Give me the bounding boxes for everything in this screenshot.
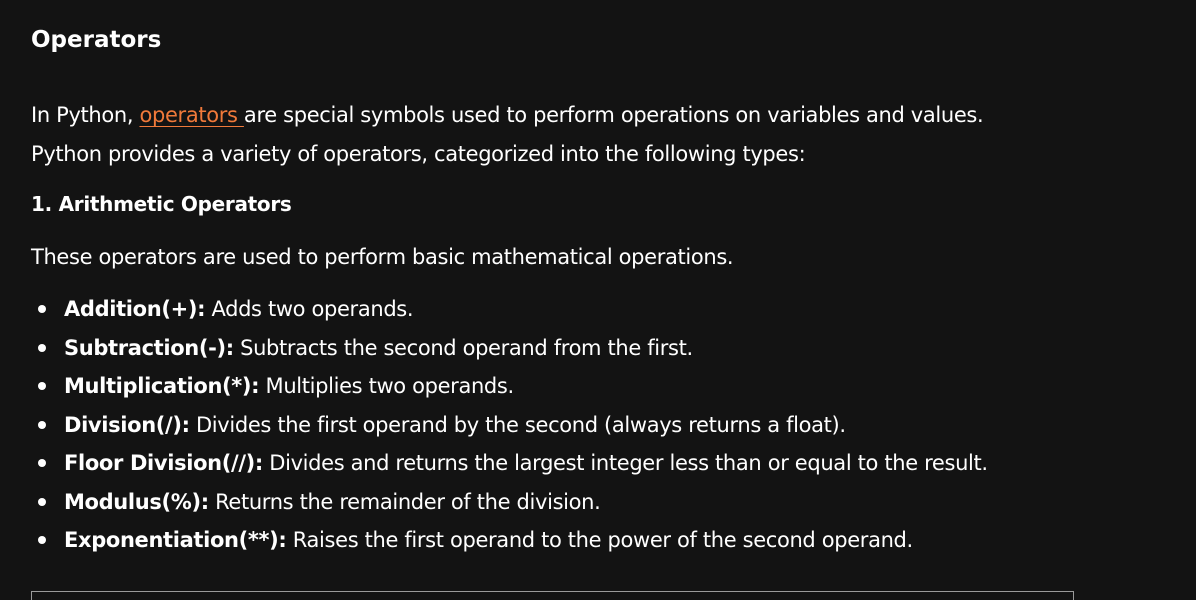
intro-prefix: In Python, xyxy=(31,103,140,127)
arithmetic-heading: 1. Arithmetic Operators xyxy=(31,192,292,216)
list-item-addition: Addition(+): Adds two operands. xyxy=(31,290,988,329)
arithmetic-description: These operators are used to perform basi… xyxy=(31,245,734,269)
bullet-icon xyxy=(38,382,46,390)
list-item-subtraction: Subtraction(-): Subtracts the second ope… xyxy=(31,329,988,368)
operator-description: Adds two operands. xyxy=(205,297,414,321)
operator-description: Subtracts the second operand from the fi… xyxy=(233,335,693,360)
operator-name: Exponentiation(**): xyxy=(64,528,287,552)
operator-name: Subtraction(-): xyxy=(64,335,234,360)
operator-name: Addition(+): xyxy=(64,297,206,321)
list-item-floor-division: Floor Division(//): Divides and returns … xyxy=(31,444,988,483)
list-item-exponentiation: Exponentiation(**): Raises the first ope… xyxy=(31,521,988,560)
list-item-multiplication: Multiplication(*): Multiplies two operan… xyxy=(31,367,988,406)
bullet-icon xyxy=(38,305,46,313)
list-item-modulus: Modulus(%): Returns the remainder of the… xyxy=(31,483,988,522)
operator-name: Floor Division(//): xyxy=(64,451,263,475)
list-item-division: Division(/): Divides the first operand b… xyxy=(31,406,988,445)
operator-name: Division(/): xyxy=(64,412,190,437)
bullet-icon xyxy=(38,497,46,506)
bullet-icon xyxy=(38,536,46,544)
intro-line2: Python provides a variety of operators, … xyxy=(31,142,806,166)
operator-name: Modulus(%): xyxy=(64,489,209,514)
operator-description: Divides the first operand by the second … xyxy=(189,412,846,437)
bullet-icon xyxy=(38,459,46,467)
operator-description: Raises the first operand to the power of… xyxy=(286,528,913,552)
section-title: Operators xyxy=(31,27,162,53)
code-block xyxy=(31,591,1074,600)
intro-line1-rest: are special symbols used to perform oper… xyxy=(243,103,984,127)
operator-description: Returns the remainder of the division. xyxy=(208,489,601,514)
operator-description: Divides and returns the largest integer … xyxy=(262,451,988,475)
operator-name: Multiplication(*): xyxy=(64,374,260,398)
arithmetic-operator-list: Addition(+): Adds two operands. Subtract… xyxy=(31,290,988,560)
intro-paragraph: In Python, operators are special symbols… xyxy=(31,96,984,174)
bullet-icon xyxy=(38,343,46,352)
operators-link[interactable]: operators xyxy=(139,103,243,127)
bullet-icon xyxy=(38,420,46,429)
operator-description: Multiplies two operands. xyxy=(259,374,515,398)
